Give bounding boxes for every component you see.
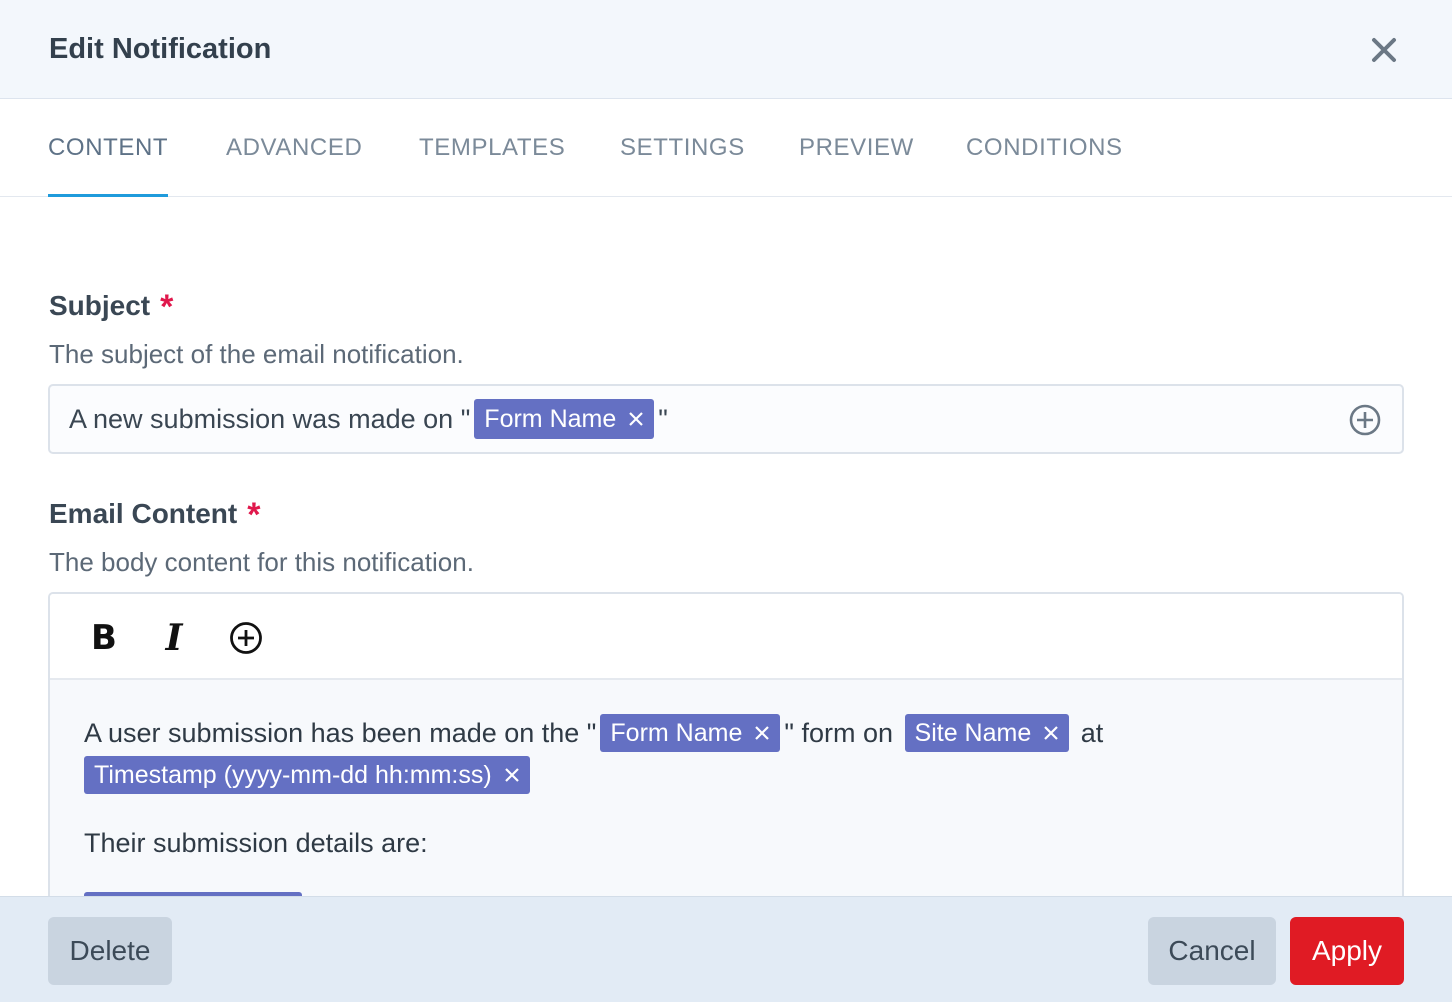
remove-token-x-icon[interactable] — [1043, 725, 1059, 741]
body-token-form-name[interactable]: Form Name — [600, 713, 781, 752]
token-label: Timestamp (yyyy-mm-dd hh:mm:ss) — [94, 760, 492, 789]
required-marker: * — [247, 496, 261, 534]
tab-settings[interactable]: SETTINGS — [620, 99, 745, 197]
editor-toolbar: B I — [50, 594, 1402, 680]
editor-paragraph-2: Their submission details are: — [84, 828, 428, 858]
email-content-label-text: Email Content — [49, 497, 238, 529]
insert-token-button[interactable] — [226, 618, 266, 658]
tab-bar: CONTENT ADVANCED TEMPLATES SETTINGS PREV… — [0, 99, 1452, 197]
body-text: " form on — [784, 718, 893, 748]
editor-paragraph-1: A user submission has been made on the "… — [84, 712, 1364, 796]
dialog-footer: Delete Cancel Apply — [0, 896, 1452, 1002]
bold-button[interactable]: B — [84, 618, 124, 658]
subject-text-before: A new submission was made on " — [69, 403, 471, 434]
dialog-header: Edit Notification — [0, 0, 1452, 99]
email-content-help: The body content for this notification. — [49, 547, 474, 577]
subject-label: Subject * — [49, 286, 174, 326]
subject-help: The subject of the email notification. — [49, 339, 464, 369]
remove-token-x-icon[interactable] — [504, 767, 520, 783]
token-label: Form Name — [610, 718, 743, 747]
body-text: A user submission has been made on the " — [84, 718, 597, 748]
email-content-editor[interactable]: B I A user submission has been made on t… — [48, 592, 1404, 902]
body-text: at — [1080, 718, 1104, 748]
dialog-title: Edit Notification — [49, 33, 272, 65]
remove-token-x-icon[interactable] — [754, 725, 770, 741]
subject-token-form-name[interactable]: Form Name — [474, 399, 655, 439]
delete-button[interactable]: Delete — [48, 917, 172, 985]
email-content-label: Email Content * — [49, 494, 261, 534]
tab-preview[interactable]: PREVIEW — [799, 99, 914, 197]
remove-token-x-icon[interactable] — [628, 411, 644, 427]
editor-line-2: Timestamp (yyyy-mm-dd hh:mm:ss) — [84, 754, 1364, 796]
token-label: Form Name — [484, 404, 617, 433]
body-token-timestamp[interactable]: Timestamp (yyyy-mm-dd hh:mm:ss) — [84, 755, 530, 794]
tab-conditions[interactable]: CONDITIONS — [966, 99, 1123, 197]
subject-text-after: " — [658, 403, 668, 434]
tab-content[interactable]: CONTENT — [48, 99, 169, 197]
add-token-button[interactable] — [1348, 403, 1382, 437]
italic-button[interactable]: I — [154, 617, 194, 659]
plus-circle-icon — [1349, 404, 1381, 436]
body-token-site-name[interactable]: Site Name — [904, 713, 1070, 752]
tab-templates[interactable]: TEMPLATES — [419, 99, 565, 197]
editor-body[interactable]: A user submission has been made on the "… — [84, 712, 1364, 864]
required-marker: * — [160, 288, 174, 326]
apply-button[interactable]: Apply — [1290, 917, 1404, 985]
tab-advanced[interactable]: ADVANCED — [226, 99, 362, 197]
subject-label-text: Subject — [49, 289, 151, 321]
plus-circle-icon — [230, 622, 262, 654]
subject-input[interactable]: A new submission was made on " Form Name… — [48, 384, 1404, 454]
close-icon — [1372, 38, 1396, 62]
cancel-button[interactable]: Cancel — [1148, 917, 1276, 985]
close-button[interactable] — [1366, 32, 1402, 68]
token-label: Site Name — [914, 718, 1032, 747]
